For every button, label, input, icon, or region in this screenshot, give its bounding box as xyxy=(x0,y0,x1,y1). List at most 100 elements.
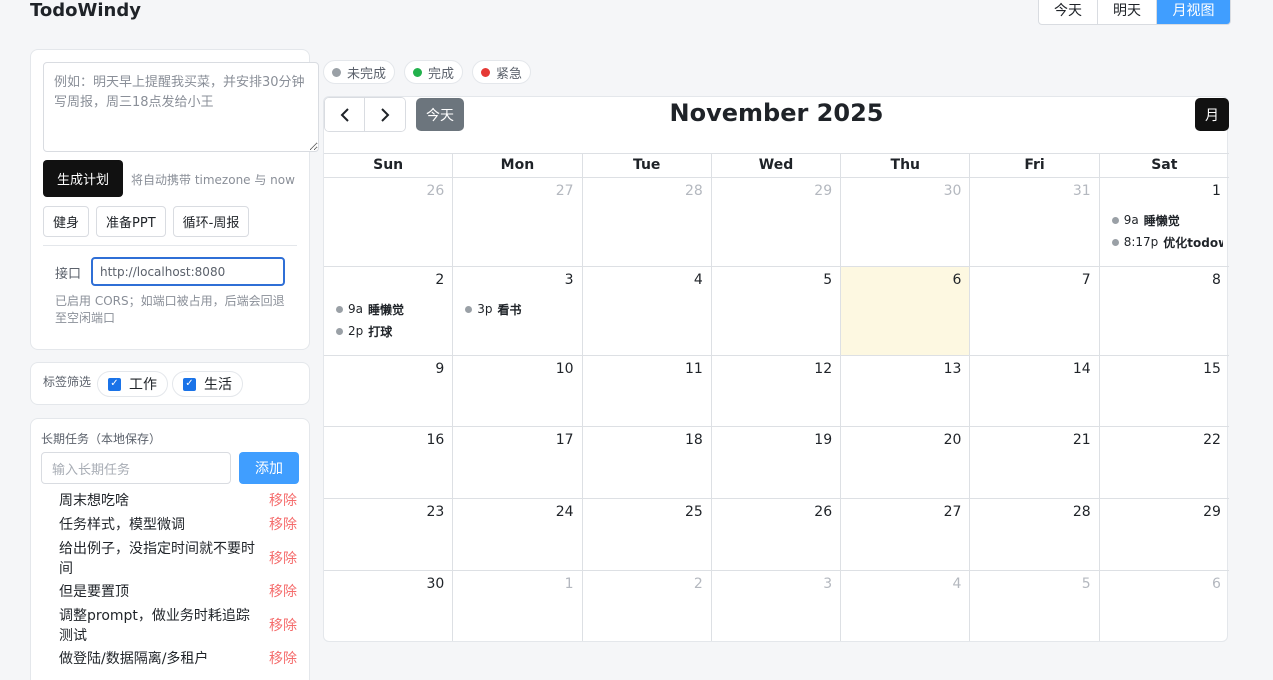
divider xyxy=(43,245,297,246)
calendar-day[interactable]: 14 xyxy=(970,356,1100,426)
event-time: 3p xyxy=(477,302,493,316)
status-dot-icon xyxy=(481,67,491,77)
calendar-day[interactable]: 24 xyxy=(453,499,583,570)
event-time: 2p xyxy=(348,324,364,338)
calendar-day-today[interactable]: 6 xyxy=(841,267,971,355)
remove-task-button[interactable]: 移除 xyxy=(269,616,297,636)
plan-card: 例如：明天早上提醒我买菜，并安排30分钟写周报，周三18点发给小王 生成计划 将… xyxy=(30,49,319,350)
remove-task-button[interactable]: 移除 xyxy=(269,515,297,535)
weekday-header: Sun Mon Tue Wed Thu Fri Sat xyxy=(324,153,1229,178)
tag-life-toggle[interactable]: ✓ 生活 xyxy=(172,371,243,397)
event-dot-icon xyxy=(336,305,343,313)
calendar-day[interactable]: 2 9a 睡懒觉 2p 打球 xyxy=(324,267,454,355)
calendar-day[interactable]: 2 xyxy=(583,571,712,641)
remove-task-button[interactable]: 移除 xyxy=(269,649,297,669)
view-today-button[interactable]: 今天 xyxy=(1039,0,1098,24)
calendar-day[interactable]: 23 xyxy=(324,499,454,570)
calendar-event[interactable]: 2p 打球 xyxy=(336,320,446,342)
calendar-day[interactable]: 4 xyxy=(583,267,712,355)
day-number: 22 xyxy=(1203,432,1221,448)
day-number: 3 xyxy=(823,576,833,592)
calendar-event[interactable]: 3p 看书 xyxy=(465,298,575,320)
day-number: 19 xyxy=(814,432,833,448)
status-legend: 未完成 完成 紧急 xyxy=(323,60,532,84)
calendar-day[interactable]: 27 xyxy=(841,499,971,570)
remove-task-button[interactable]: 移除 xyxy=(269,491,297,511)
calendar-day[interactable]: 3 xyxy=(712,571,842,641)
calendar-day[interactable]: 28 xyxy=(583,178,712,266)
day-number: 21 xyxy=(1072,432,1091,448)
tag-work-toggle[interactable]: ✓ 工作 xyxy=(97,371,168,397)
calendar-month-view-button[interactable]: 月 xyxy=(1195,98,1229,131)
calendar-day[interactable]: 12 xyxy=(712,356,842,426)
day-number: 2 xyxy=(435,272,445,288)
long-task-input[interactable]: 输入长期任务 xyxy=(41,452,231,484)
weekday-label: Mon xyxy=(453,154,583,177)
calendar-day[interactable]: 13 xyxy=(841,356,971,426)
calendar-day[interactable]: 30 xyxy=(841,178,971,266)
calendar-day[interactable]: 11 xyxy=(583,356,712,426)
day-number: 26 xyxy=(426,183,445,199)
quick-fitness-button[interactable]: 健身 xyxy=(43,206,90,237)
calendar-day[interactable]: 1 xyxy=(453,571,583,641)
remove-task-button[interactable]: 移除 xyxy=(269,549,297,569)
event-dot-icon xyxy=(1111,216,1119,224)
calendar-day[interactable]: 22 xyxy=(1100,427,1229,498)
event-title: 看书 xyxy=(497,302,522,317)
remove-task-button[interactable]: 移除 xyxy=(269,582,297,602)
calendar-day[interactable]: 30 xyxy=(324,571,454,641)
calendar-day[interactable]: 1 9a 睡懒觉 8:17p 优化todowindy xyxy=(1100,178,1229,266)
add-long-task-button[interactable]: 添加 xyxy=(239,452,299,484)
view-month-button[interactable]: 月视图 xyxy=(1157,0,1230,24)
day-number: 12 xyxy=(814,361,833,377)
view-tomorrow-button[interactable]: 明天 xyxy=(1098,0,1157,24)
long-task-list: 周末想吃啥 移除 任务样式，模型微调 移除 给出例子，没指定时间就不要时间 移除 但是要置顶… xyxy=(59,491,297,673)
quick-ppt-button[interactable]: 准备PPT xyxy=(96,206,166,237)
calendar-event[interactable]: 8:17p 优化todowindy xyxy=(1111,231,1223,253)
calendar-day[interactable]: 9 xyxy=(324,356,454,426)
day-number: 5 xyxy=(1081,576,1091,592)
calendar-day[interactable]: 7 xyxy=(970,267,1100,355)
calendar-day[interactable]: 6 xyxy=(1100,571,1229,641)
plan-textarea[interactable]: 例如：明天早上提醒我买菜，并安排30分钟写周报，周三18点发给小王 xyxy=(43,62,319,152)
calendar-day[interactable]: 10 xyxy=(453,356,583,426)
checkbox-checked-icon[interactable]: ✓ xyxy=(183,377,196,391)
calendar-day[interactable]: 29 xyxy=(1100,499,1229,570)
calendar-day[interactable]: 4 xyxy=(841,571,971,641)
calendar-day[interactable]: 15 xyxy=(1100,356,1229,426)
calendar-event[interactable]: 9a 睡懒觉 xyxy=(1111,209,1223,231)
calendar-day[interactable]: 17 xyxy=(453,427,583,498)
calendar-day[interactable]: 21 xyxy=(970,427,1100,498)
quick-actions: 健身 准备PPT 循环-周报 xyxy=(43,206,250,237)
calendar-day[interactable]: 20 xyxy=(841,427,971,498)
day-number: 28 xyxy=(1072,504,1091,520)
calendar-event[interactable]: 9a 睡懒觉 xyxy=(336,298,446,320)
calendar-day[interactable]: 3 3p 看书 xyxy=(453,267,583,355)
day-number: 8 xyxy=(1212,272,1221,288)
event-title: 睡懒觉 xyxy=(1143,213,1180,228)
event-title: 睡懒觉 xyxy=(368,302,405,317)
calendar-day[interactable]: 26 xyxy=(712,499,842,570)
calendar-week-row: 30 1 2 3 4 5 6 xyxy=(324,571,1229,641)
calendar-day[interactable]: 26 xyxy=(324,178,454,266)
calendar-day[interactable]: 5 xyxy=(712,267,842,355)
calendar-day[interactable]: 19 xyxy=(712,427,842,498)
calendar-day[interactable]: 28 xyxy=(970,499,1100,570)
calendar-day[interactable]: 31 xyxy=(970,178,1100,266)
calendar-day[interactable]: 16 xyxy=(324,427,454,498)
day-number: 4 xyxy=(693,272,703,288)
calendar-day[interactable]: 18 xyxy=(583,427,712,498)
day-number: 17 xyxy=(555,432,574,448)
calendar-day[interactable]: 29 xyxy=(712,178,842,266)
day-events: 9a 睡懒觉 2p 打球 xyxy=(336,298,446,342)
quick-weekly-report-button[interactable]: 循环-周报 xyxy=(172,206,250,237)
calendar-day[interactable]: 8 xyxy=(1100,267,1229,355)
checkbox-checked-icon[interactable]: ✓ xyxy=(108,377,121,391)
api-input[interactable]: http://localhost:8080 xyxy=(91,257,285,286)
calendar-week-row: 16 17 18 19 20 21 22 xyxy=(324,427,1229,499)
weekday-label: Tue xyxy=(583,154,712,177)
calendar-day[interactable]: 5 xyxy=(970,571,1100,641)
calendar-day[interactable]: 27 xyxy=(453,178,583,266)
calendar-day[interactable]: 25 xyxy=(583,499,712,570)
generate-plan-button[interactable]: 生成计划 xyxy=(43,160,123,197)
